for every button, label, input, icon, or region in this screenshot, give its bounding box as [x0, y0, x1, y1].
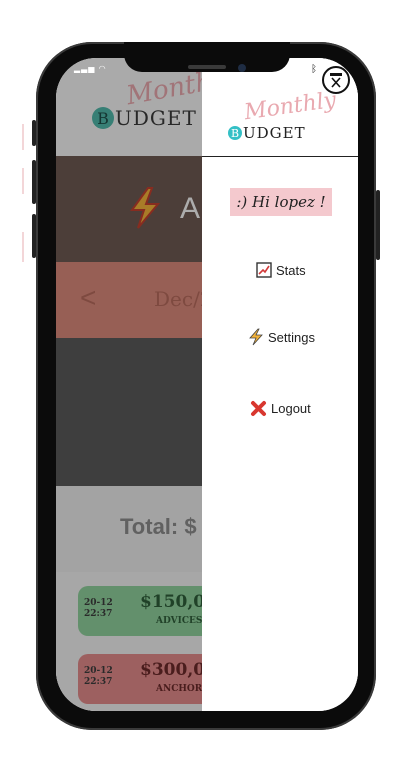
bolt-icon	[249, 328, 263, 346]
chart-icon	[256, 262, 272, 278]
side-button	[376, 190, 380, 260]
side-button	[32, 120, 36, 146]
signal-wifi-icon: ▂▃▅ ◠	[74, 64, 107, 73]
menu-item-label: Logout	[271, 401, 311, 416]
drawer-logo: B UDGET	[228, 124, 306, 142]
x-icon	[251, 401, 266, 416]
menu-item-settings[interactable]: Settings	[248, 328, 315, 346]
side-button	[32, 160, 36, 204]
menu-item-label: Stats	[276, 262, 306, 278]
guide-line	[22, 168, 24, 194]
bluetooth-icon: ᛒ	[311, 64, 317, 75]
menu-item-stats[interactable]: Stats	[256, 262, 306, 278]
speaker-grille	[188, 65, 226, 69]
menu-item-logout[interactable]: Logout	[250, 400, 311, 417]
side-drawer: Monthly B UDGET :) Hi lopez ! Stats Sett…	[202, 58, 358, 711]
phone-screen: Monthly B UDGET A < Dec/2 Total: $ 20-12…	[56, 58, 358, 711]
drawer-logo-script: Monthly	[242, 87, 338, 126]
menu-item-label: Settings	[268, 329, 315, 345]
guide-line	[22, 232, 24, 262]
drawer-logo-letter: B	[228, 126, 242, 140]
drawer-logo-word: UDGET	[243, 124, 306, 142]
side-button	[32, 214, 36, 258]
close-icon	[330, 73, 342, 88]
front-camera	[238, 64, 246, 72]
close-drawer-button[interactable]	[322, 66, 350, 94]
greeting-badge: :) Hi lopez !	[230, 188, 332, 216]
guide-line	[22, 124, 24, 150]
